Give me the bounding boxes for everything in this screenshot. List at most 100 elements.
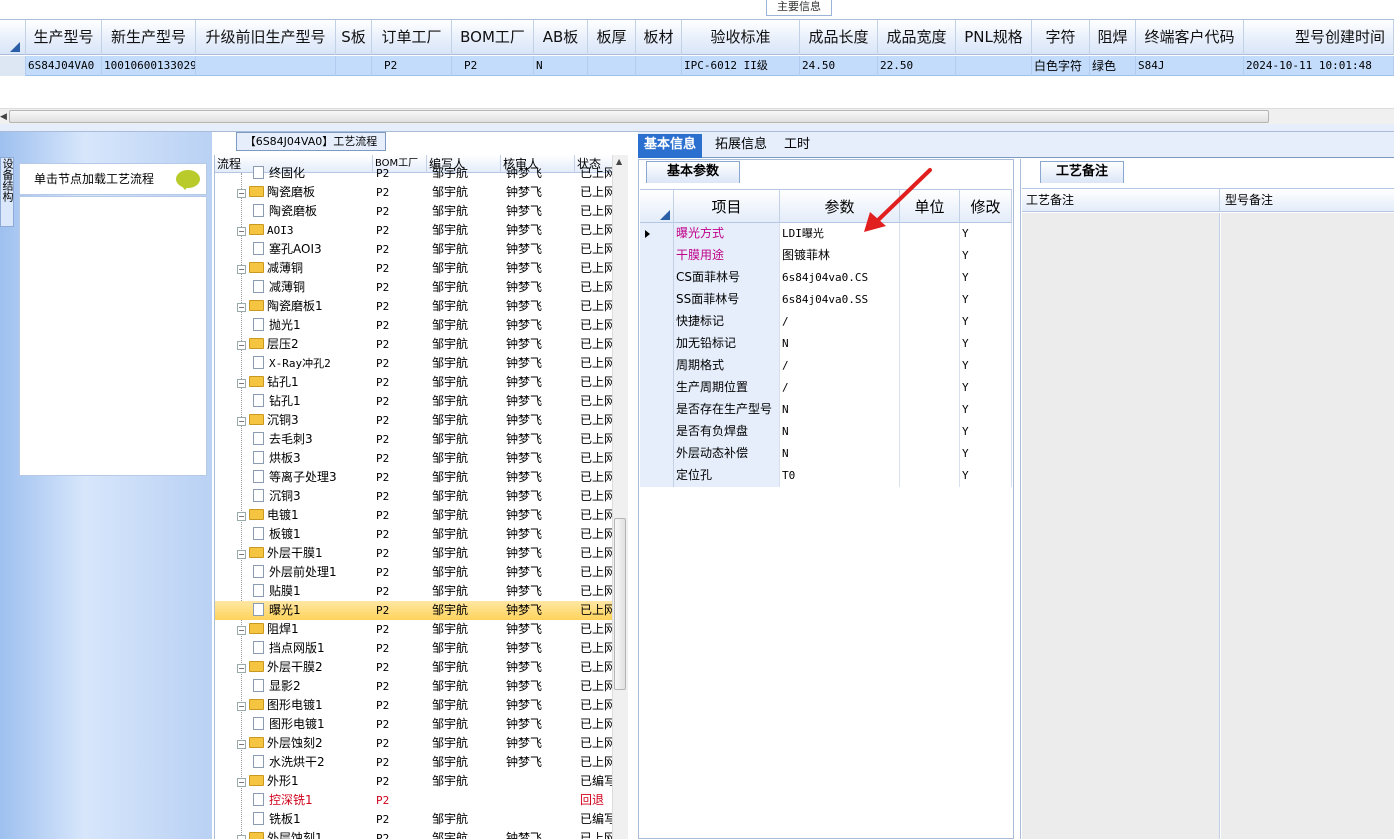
top-grid-row[interactable]: 6S84J04VA0 10010600133029 P2 P2 N IPC-6012 II…: [0, 56, 1394, 76]
param-row-indicator[interactable]: [640, 399, 674, 421]
scroll-thumb[interactable]: [9, 110, 1269, 123]
param-cell-value[interactable]: 6s84j04va0.CS: [780, 267, 900, 289]
top-cell[interactable]: [336, 56, 372, 76]
param-row[interactable]: 是否有负焊盘 N Y: [640, 421, 1012, 443]
top-col-header[interactable]: 新生产型号: [102, 20, 196, 55]
tree-row[interactable]: − 阻焊1 P2 邹宇航 钟梦飞 已上网: [215, 620, 616, 639]
param-row[interactable]: 加无铅标记 N Y: [640, 333, 1012, 355]
tree-row[interactable]: 钻孔1 P2 邹宇航 钟梦飞 已上网: [215, 392, 616, 411]
collapse-icon[interactable]: −: [237, 227, 246, 236]
tree-node[interactable]: − 阻焊1: [237, 620, 373, 639]
tree-row[interactable]: 等离子处理3 P2 邹宇航 钟梦飞 已上网: [215, 468, 616, 487]
tree-row[interactable]: − 陶瓷磨板1 P2 邹宇航 钟梦飞 已上网: [215, 297, 616, 316]
tree-node[interactable]: − 电镀1: [237, 506, 373, 525]
tree-row[interactable]: − 减薄铜 P2 邹宇航 钟梦飞 已上网: [215, 259, 616, 278]
tree-node[interactable]: − 减薄铜: [237, 259, 373, 278]
top-col-header[interactable]: 升级前旧生产型号: [196, 20, 336, 55]
params-grid[interactable]: 项目 参数 单位 修改 曝光方式 LDI曝光 Y 干膜用途 图镀菲林 Y CS面菲林号 6s84j04…: [640, 189, 1012, 489]
param-cell-value[interactable]: N: [780, 399, 900, 421]
top-col-header[interactable]: S板: [336, 20, 372, 55]
tree-row[interactable]: 终固化 P2 邹宇航 钟梦飞 已上网: [215, 164, 616, 183]
tab-basic-params[interactable]: 基本参数: [646, 161, 740, 183]
param-cell-value[interactable]: N: [780, 421, 900, 443]
tree-node[interactable]: 钻孔1: [253, 392, 373, 411]
tree-node[interactable]: 抛光1: [253, 316, 373, 335]
tree-node[interactable]: − 层压2: [237, 335, 373, 354]
tree-node[interactable]: 塞孔AOI3: [253, 240, 373, 259]
collapse-icon[interactable]: −: [237, 417, 246, 426]
tree-row[interactable]: 图形电镀1 P2 邹宇航 钟梦飞 已上网: [215, 715, 616, 734]
top-cell[interactable]: N: [534, 56, 588, 76]
tree-node[interactable]: X-Ray冲孔2: [253, 354, 373, 373]
params-col-header[interactable]: 修改: [960, 189, 1012, 223]
tree-row[interactable]: 沉铜3 P2 邹宇航 钟梦飞 已上网: [215, 487, 616, 506]
collapse-icon[interactable]: −: [237, 626, 246, 635]
tree-node[interactable]: 显影2: [253, 677, 373, 696]
param-row[interactable]: 曝光方式 LDI曝光 Y: [640, 223, 1012, 245]
grid-corner-icon[interactable]: [0, 20, 26, 55]
tree-node[interactable]: 水洗烘干2: [253, 753, 373, 772]
tree-node[interactable]: − 钻孔1: [237, 373, 373, 392]
top-col-header[interactable]: 成品宽度: [878, 20, 956, 55]
tree-row[interactable]: − 外层干膜1 P2 邹宇航 钟梦飞 已上网: [215, 544, 616, 563]
tree-row[interactable]: 控深铣1 P2 回退: [215, 791, 613, 810]
top-cell[interactable]: 6S84J04VA0: [26, 56, 102, 76]
params-corner-icon[interactable]: [640, 189, 674, 223]
top-cell[interactable]: 10010600133029: [102, 56, 196, 76]
horizontal-splitter[interactable]: [0, 124, 1394, 132]
param-cell-value[interactable]: 图镀菲林: [780, 245, 900, 267]
param-row-indicator[interactable]: [640, 245, 674, 267]
top-cell[interactable]: [636, 56, 682, 76]
tree-node[interactable]: − 沉铜3: [237, 411, 373, 430]
params-col-header[interactable]: 项目: [674, 189, 780, 223]
param-row-indicator[interactable]: [640, 267, 674, 289]
param-row-indicator[interactable]: [640, 223, 674, 245]
tree-node[interactable]: − AOI3: [237, 221, 373, 240]
collapse-icon[interactable]: −: [237, 341, 246, 350]
tree-row[interactable]: 烘板3 P2 邹宇航 钟梦飞 已上网: [215, 449, 616, 468]
collapse-icon[interactable]: −: [237, 303, 246, 312]
tree-node[interactable]: 陶瓷磨板: [253, 202, 373, 221]
tree-row[interactable]: 板镀1 P2 邹宇航 钟梦飞 已上网: [215, 525, 616, 544]
collapse-icon[interactable]: −: [237, 835, 246, 839]
collapse-icon[interactable]: −: [237, 189, 246, 198]
param-row[interactable]: 定位孔 T0 Y: [640, 465, 1012, 487]
top-cell[interactable]: 2024-10-11 10:01:48: [1244, 56, 1394, 76]
collapse-icon[interactable]: −: [237, 265, 246, 274]
tree-row[interactable]: − 外层干膜2 P2 邹宇航 钟梦飞 已上网: [215, 658, 616, 677]
scroll-up-icon[interactable]: ▲: [616, 157, 622, 166]
scroll-left-icon[interactable]: ◀: [0, 112, 7, 122]
top-cell[interactable]: 白色字符: [1032, 56, 1090, 76]
tree-row[interactable]: 铣板1 P2 邹宇航 已编写: [215, 810, 616, 829]
top-col-header[interactable]: 阻焊: [1090, 20, 1136, 55]
top-cell[interactable]: 24.50: [800, 56, 878, 76]
collapse-icon[interactable]: −: [237, 740, 246, 749]
tree-node[interactable]: 沉铜3: [253, 487, 373, 506]
param-row-indicator[interactable]: [640, 333, 674, 355]
tree-row[interactable]: − 电镀1 P2 邹宇航 钟梦飞 已上网: [215, 506, 616, 525]
tree-node[interactable]: − 外层蚀刻2: [237, 734, 373, 753]
tree-node[interactable]: 外层前处理1: [253, 563, 373, 582]
param-row-indicator[interactable]: [640, 377, 674, 399]
process-tree[interactable]: 流程BOM工厂编写人核审人状态▲ 终固化P2邹宇航钟梦飞已上网−陶瓷磨板P2邹宇…: [214, 155, 628, 839]
tree-node[interactable]: − 外形1: [237, 772, 373, 791]
tree-node[interactable]: 贴膜1: [253, 582, 373, 601]
top-col-header[interactable]: 验收标准: [682, 20, 800, 55]
model-notes-field[interactable]: [1221, 213, 1394, 839]
top-col-header[interactable]: 生产型号: [26, 20, 102, 55]
tab-extended-info[interactable]: 拓展信息: [709, 134, 773, 158]
tree-scroll-thumb[interactable]: [614, 518, 626, 690]
tree-row[interactable]: 塞孔AOI3 P2 邹宇航 钟梦飞 已上网: [215, 240, 616, 259]
top-cell[interactable]: [956, 56, 1032, 76]
param-cell-value[interactable]: N: [780, 333, 900, 355]
top-cell[interactable]: IPC-6012 II级: [682, 56, 800, 76]
tree-row[interactable]: − 层压2 P2 邹宇航 钟梦飞 已上网: [215, 335, 616, 354]
tree-row[interactable]: − 图形电镀1 P2 邹宇航 钟梦飞 已上网: [215, 696, 616, 715]
tree-node[interactable]: 终固化: [253, 164, 373, 183]
process-notes-field[interactable]: [1022, 213, 1220, 839]
tree-row[interactable]: − 陶瓷磨板 P2 邹宇航 钟梦飞 已上网: [215, 183, 616, 202]
top-cell[interactable]: [588, 56, 636, 76]
tree-node[interactable]: − 外层干膜2: [237, 658, 373, 677]
top-col-header[interactable]: 字符: [1032, 20, 1090, 55]
tree-node[interactable]: − 外层蚀刻1: [237, 829, 373, 839]
